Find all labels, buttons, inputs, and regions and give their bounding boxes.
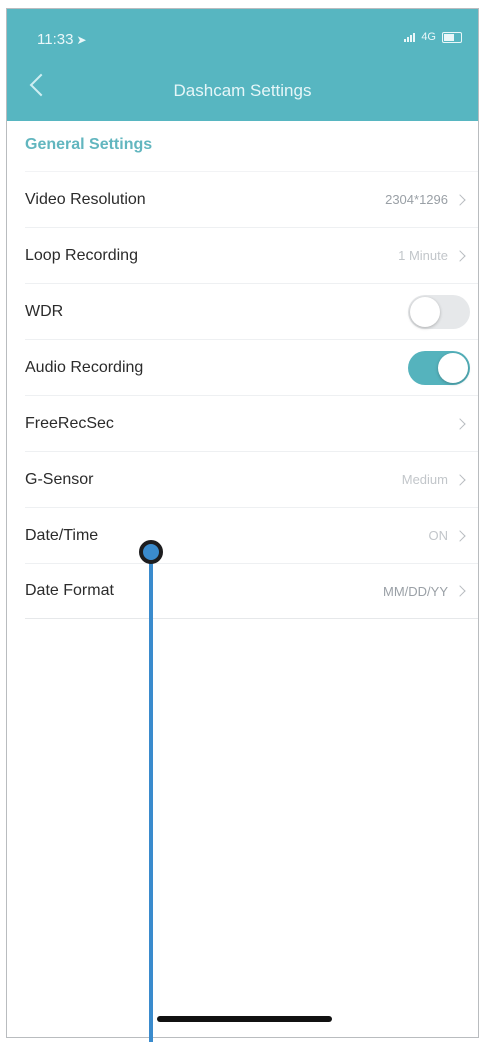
setting-loop-recording[interactable]: Loop Recording 1 Minute xyxy=(25,227,478,283)
setting-label: WDR xyxy=(25,302,64,320)
toggle-knob xyxy=(438,352,468,383)
setting-label: FreeRecSec xyxy=(25,414,114,432)
battery-icon xyxy=(442,31,462,43)
setting-label: Date Format xyxy=(25,582,114,599)
chevron-right-icon xyxy=(454,417,466,430)
status-indicators: 4G xyxy=(404,31,462,43)
app-header: 11:33 ➤ 4G Dashcam Settings xyxy=(7,9,478,121)
setting-value: 1 Minute xyxy=(398,248,448,263)
setting-video-resolution[interactable]: Video Resolution 2304*1296 xyxy=(25,171,478,227)
status-time: 11:33 ➤ xyxy=(37,31,87,48)
setting-audio-recording: Audio Recording xyxy=(25,339,478,395)
wdr-toggle[interactable] xyxy=(408,294,470,329)
chevron-right-icon xyxy=(454,249,466,262)
section-title: General Settings xyxy=(25,136,153,153)
chevron-right-icon xyxy=(454,473,466,486)
setting-g-sensor[interactable]: G-Sensor Medium xyxy=(25,451,478,507)
audio-recording-toggle[interactable] xyxy=(408,350,470,385)
setting-value: MM/DD/YY xyxy=(383,583,448,599)
page-title: Dashcam Settings xyxy=(173,81,312,100)
phone-screen: 11:33 ➤ 4G Dashcam Settings General Setti… xyxy=(6,8,479,1038)
toggle-knob xyxy=(410,296,440,327)
setting-date-format[interactable]: Date Format MM/DD/YY xyxy=(25,563,478,619)
setting-value: ON xyxy=(428,528,449,543)
callout-pointer-dot xyxy=(139,540,163,564)
setting-label: Audio Recording xyxy=(25,358,144,376)
settings-list: Video Resolution 2304*1296 Loop Recordin… xyxy=(7,171,478,619)
home-indicator[interactable] xyxy=(157,1016,332,1022)
setting-wdr: WDR xyxy=(25,283,478,339)
callout-pointer-line xyxy=(149,552,153,1042)
location-arrow-icon: ➤ xyxy=(76,33,87,47)
network-label: 4G xyxy=(421,31,436,43)
signal-icon xyxy=(404,32,416,42)
setting-value: Medium xyxy=(401,472,448,487)
chevron-right-icon xyxy=(454,585,466,597)
setting-label: Loop Recording xyxy=(25,246,138,264)
setting-label: Date/Time xyxy=(25,526,99,544)
setting-label: G-Sensor xyxy=(25,470,94,488)
chevron-right-icon xyxy=(454,193,466,206)
setting-freerecsec[interactable]: FreeRecSec xyxy=(25,395,478,451)
chevron-right-icon xyxy=(454,529,466,542)
setting-label: Video Resolution xyxy=(25,190,146,208)
setting-date-time[interactable]: Date/Time ON xyxy=(25,507,478,563)
setting-value: 2304*1296 xyxy=(385,192,448,207)
